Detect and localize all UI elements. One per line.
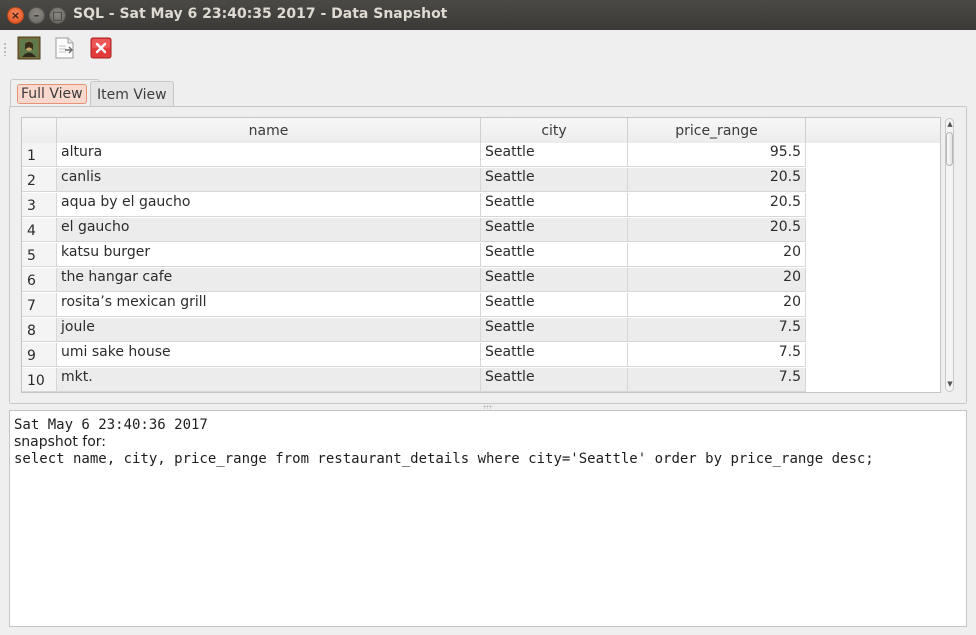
row-number-header[interactable]: 2: [22, 168, 57, 192]
row-filler: [806, 293, 940, 317]
cell-price-range[interactable]: 20: [628, 293, 806, 317]
table-row[interactable]: 10 mkt. Seattle 7.5: [22, 368, 940, 392]
cell-price-range[interactable]: 20: [628, 243, 806, 267]
column-header-name[interactable]: name: [57, 118, 481, 143]
cell-price-range[interactable]: 20: [628, 268, 806, 292]
export-button[interactable]: [53, 36, 77, 60]
cell-city[interactable]: Seattle: [481, 293, 628, 317]
window-close-button[interactable]: ×: [7, 7, 24, 24]
log-timestamp: Sat May 6 23:40:36 2017: [14, 417, 208, 433]
cell-price-range[interactable]: 7.5: [628, 368, 806, 392]
cell-name[interactable]: el gaucho: [57, 218, 481, 242]
row-number-header[interactable]: 3: [22, 193, 57, 217]
cell-city[interactable]: Seattle: [481, 168, 628, 192]
tab-item-view[interactable]: Item View: [90, 81, 174, 107]
cell-city[interactable]: Seattle: [481, 218, 628, 242]
cell-city[interactable]: Seattle: [481, 193, 628, 217]
table-row[interactable]: 4 el gaucho Seattle 20.5: [22, 218, 940, 243]
scrollbar-thumb[interactable]: [946, 132, 953, 166]
tab-full-view[interactable]: Full View: [10, 79, 100, 107]
header-filler: [806, 118, 940, 143]
window-maximize-button[interactable]: □: [49, 7, 66, 24]
row-filler: [806, 318, 940, 342]
cell-price-range[interactable]: 7.5: [628, 318, 806, 342]
cell-name[interactable]: joule: [57, 318, 481, 342]
export-document-icon: [55, 37, 74, 59]
row-number-header[interactable]: 5: [22, 243, 57, 267]
row-number-header[interactable]: 6: [22, 268, 57, 292]
row-number-header[interactable]: 1: [22, 143, 57, 167]
log-label: snapshot for:: [14, 434, 107, 450]
column-header-price-range[interactable]: price_range: [628, 118, 806, 143]
scroll-up-arrow-icon[interactable]: ▲: [946, 120, 954, 128]
row-number-header[interactable]: 8: [22, 318, 57, 342]
toolbar: [0, 30, 976, 68]
window-minimize-button[interactable]: –: [28, 7, 45, 24]
row-number-header[interactable]: 10: [22, 368, 57, 392]
table-row[interactable]: 9 umi sake house Seattle 7.5: [22, 343, 940, 368]
cell-price-range[interactable]: 7.5: [628, 343, 806, 367]
results-table[interactable]: name city price_range 1 altura Seattle 95.5…: [21, 117, 941, 393]
row-filler: [806, 343, 940, 367]
table-header: name city price_range: [22, 118, 940, 144]
table-row[interactable]: 1 altura Seattle 95.5: [22, 143, 940, 168]
cell-city[interactable]: Seattle: [481, 143, 628, 167]
log-query: select name, city, price_range from rest…: [14, 451, 874, 467]
scroll-down-arrow-icon[interactable]: ▼: [946, 380, 954, 388]
snapshot-log-textarea[interactable]: Sat May 6 23:40:36 2017 snapshot for: se…: [9, 410, 967, 627]
row-filler: [806, 268, 940, 292]
table-vertical-scrollbar[interactable]: ▲ ▼: [943, 118, 956, 392]
picture-icon: [17, 36, 41, 60]
row-filler: [806, 143, 940, 167]
title-bar: × – □ SQL - Sat May 6 23:40:35 2017 - Da…: [0, 0, 976, 30]
tab-full-view-label: Full View: [17, 83, 87, 104]
cell-city[interactable]: Seattle: [481, 343, 628, 367]
cell-price-range[interactable]: 20.5: [628, 218, 806, 242]
row-filler: [806, 218, 940, 242]
cell-city[interactable]: Seattle: [481, 368, 628, 392]
cell-name[interactable]: rosita’s mexican grill: [57, 293, 481, 317]
table-row[interactable]: 6 the hangar cafe Seattle 20: [22, 268, 940, 293]
cell-name[interactable]: mkt.: [57, 368, 481, 392]
cell-city[interactable]: Seattle: [481, 243, 628, 267]
cell-name[interactable]: canlis: [57, 168, 481, 192]
row-number-header[interactable]: 7: [22, 293, 57, 317]
row-filler: [806, 368, 940, 392]
row-filler: [806, 243, 940, 267]
window-title: SQL - Sat May 6 23:40:35 2017 - Data Sna…: [73, 6, 448, 22]
cell-city[interactable]: Seattle: [481, 318, 628, 342]
cell-name[interactable]: katsu burger: [57, 243, 481, 267]
cell-price-range[interactable]: 20.5: [628, 168, 806, 192]
row-number-header[interactable]: 9: [22, 343, 57, 367]
table-row[interactable]: 8 joule Seattle 7.5: [22, 318, 940, 343]
column-header-city[interactable]: city: [481, 118, 628, 143]
cell-price-range[interactable]: 95.5: [628, 143, 806, 167]
cell-price-range[interactable]: 20.5: [628, 193, 806, 217]
picture-button[interactable]: [17, 36, 41, 60]
delete-button[interactable]: [89, 36, 113, 60]
toolbar-grip-handle[interactable]: [3, 42, 7, 56]
row-number-header[interactable]: 4: [22, 218, 57, 242]
full-view-panel: name city price_range 1 altura Seattle 95.5…: [9, 106, 967, 404]
row-filler: [806, 193, 940, 217]
corner-header-button[interactable]: [22, 118, 57, 143]
splitter-handle[interactable]: [483, 405, 493, 409]
row-filler: [806, 168, 940, 192]
cell-name[interactable]: altura: [57, 143, 481, 167]
cell-name[interactable]: umi sake house: [57, 343, 481, 367]
cell-name[interactable]: the hangar cafe: [57, 268, 481, 292]
table-row[interactable]: 3 aqua by el gaucho Seattle 20.5: [22, 193, 940, 218]
table-row[interactable]: 5 katsu burger Seattle 20: [22, 243, 940, 268]
tab-item-view-label: Item View: [97, 86, 167, 103]
cell-name[interactable]: aqua by el gaucho: [57, 193, 481, 217]
delete-icon: [90, 37, 112, 59]
table-row[interactable]: 2 canlis Seattle 20.5: [22, 168, 940, 193]
cell-city[interactable]: Seattle: [481, 268, 628, 292]
table-row[interactable]: 7 rosita’s mexican grill Seattle 20: [22, 293, 940, 318]
